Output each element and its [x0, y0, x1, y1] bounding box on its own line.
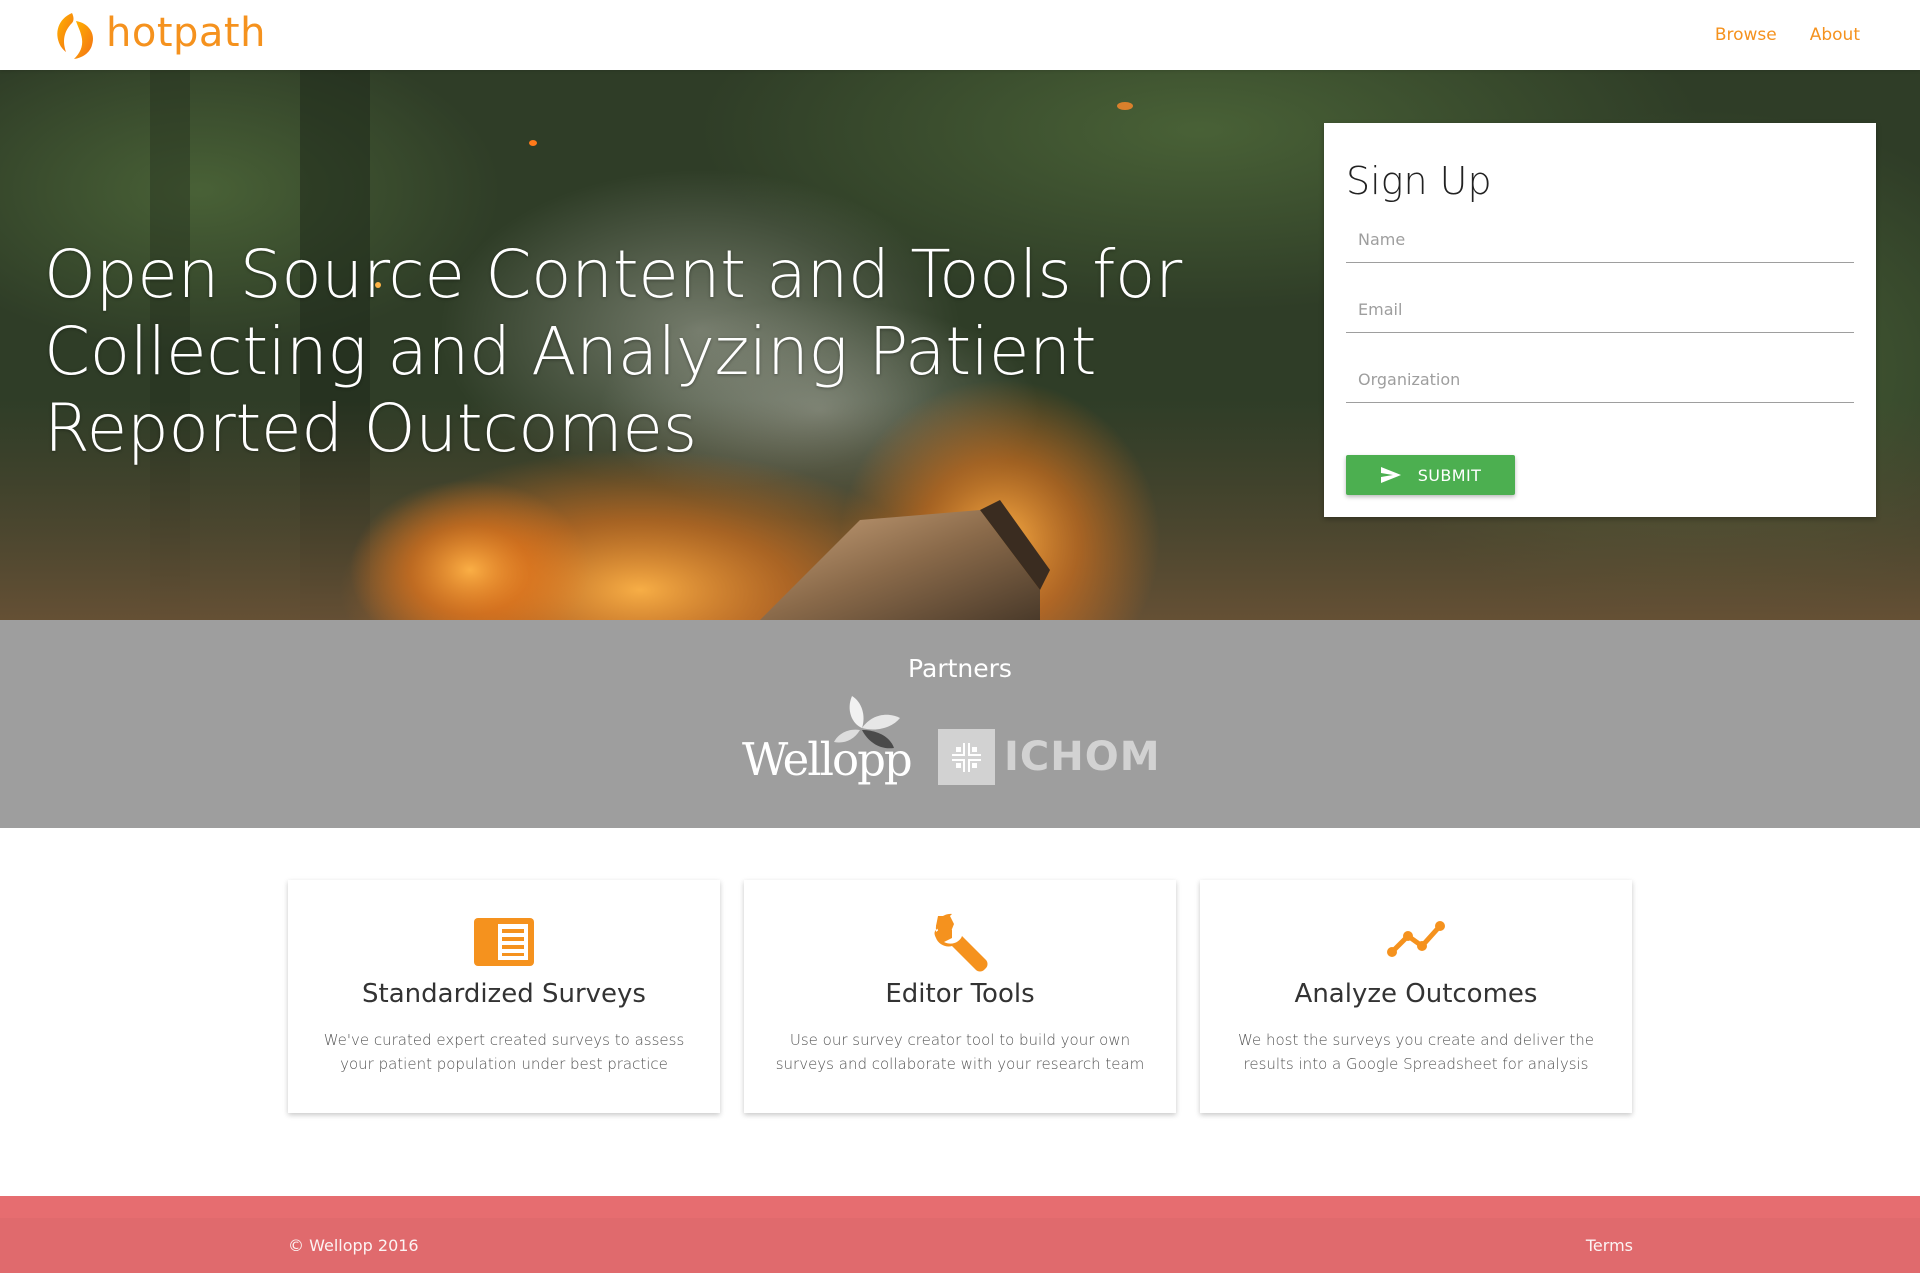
email-field[interactable]	[1346, 287, 1854, 331]
ichom-logo-mark	[938, 729, 995, 785]
signup-title: Sign Up	[1346, 159, 1492, 203]
partners-section: Partners Wellopp ICHOM	[0, 620, 1920, 828]
flame-logo-icon	[57, 13, 94, 59]
feature-description: We've curated expert created surveys to …	[323, 1031, 685, 1073]
feature-card-analyze[interactable]: Analyze Outcomes We host the surveys you…	[1200, 880, 1632, 1113]
footer-terms-link[interactable]: Terms	[1586, 1235, 1633, 1257]
wellopp-wordmark: Wellopp	[742, 733, 913, 786]
brand-name: hotpath	[106, 10, 266, 56]
hero-title: Open Source Content and Tools for Collec…	[44, 236, 1182, 467]
submit-button-label: SUBMIT	[1417, 465, 1482, 485]
trending-line-icon	[1387, 921, 1445, 957]
wrench-icon	[934, 913, 988, 972]
name-field-wrapper	[1346, 217, 1854, 263]
main-nav: Browse About	[1715, 24, 1860, 46]
email-field-wrapper	[1346, 287, 1854, 333]
ichom-cross-icon	[952, 743, 981, 772]
organization-field-wrapper	[1346, 357, 1854, 403]
feature-card-editor[interactable]: Editor Tools Use our survey creator tool…	[744, 880, 1176, 1113]
feature-title: Analyze Outcomes	[1294, 979, 1538, 1009]
nav-link-about[interactable]: About	[1810, 24, 1860, 46]
feature-card-surveys[interactable]: Standardized Surveys We've curated exper…	[288, 880, 720, 1113]
survey-list-icon	[474, 918, 534, 966]
feature-title: Standardized Surveys	[362, 979, 646, 1009]
name-field[interactable]	[1346, 217, 1854, 261]
feature-description: Use our survey creator tool to build you…	[775, 1031, 1145, 1073]
footer-top-stripe	[0, 1196, 1920, 1218]
feature-description: We host the surveys you create and deliv…	[1238, 1031, 1594, 1073]
ichom-wordmark: ICHOM	[1004, 734, 1161, 780]
partner-logo-wellopp[interactable]: Wellopp	[742, 696, 913, 796]
feature-title: Editor Tools	[885, 979, 1035, 1009]
footer-copyright: © Wellopp 2016	[288, 1236, 419, 1255]
submit-button[interactable]: SUBMIT	[1346, 455, 1515, 495]
top-navbar: hotpath Browse About	[0, 0, 1920, 70]
partners-title: Partners	[908, 654, 1012, 683]
page-footer: © Wellopp 2016 Terms	[0, 1196, 1920, 1273]
signup-card: Sign Up SUBMIT	[1324, 123, 1876, 517]
partner-logo-ichom[interactable]: ICHOM	[938, 729, 1160, 787]
send-icon	[1380, 467, 1401, 483]
organization-field[interactable]	[1346, 357, 1854, 401]
nav-link-browse[interactable]: Browse	[1715, 24, 1777, 46]
